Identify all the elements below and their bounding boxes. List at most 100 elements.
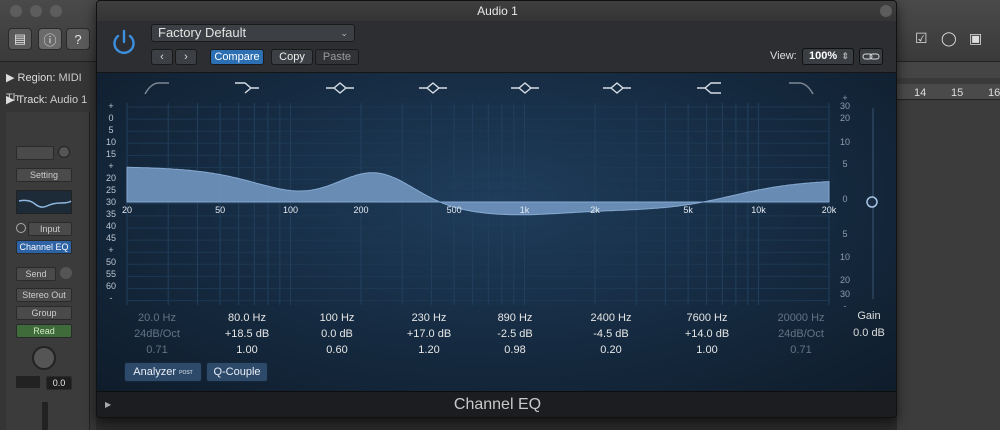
band-3-params[interactable]: 100 Hz 0.0 dB 0.60 <box>297 310 377 358</box>
stepper-icon: ⇕ <box>841 51 849 61</box>
band-frequency-value[interactable]: 100 Hz <box>297 310 377 326</box>
eq-thumbnail[interactable] <box>16 190 72 214</box>
band-frequency-value[interactable]: 7600 Hz <box>667 310 747 326</box>
volume-fader[interactable] <box>42 402 48 430</box>
help-icon[interactable]: ? <box>66 28 90 50</box>
band-frequency-value[interactable]: 2400 Hz <box>571 310 651 326</box>
band-gain-value[interactable]: 0.0 dB <box>297 326 377 342</box>
band-q-value[interactable]: 1.20 <box>389 342 469 358</box>
ruler-bar-number: 16 <box>988 87 1000 99</box>
group-slot[interactable]: Group <box>16 306 72 320</box>
zoom-slider-bar[interactable] <box>897 62 1000 78</box>
host-zoom-button[interactable] <box>50 5 62 17</box>
bell-band-icon <box>326 82 354 94</box>
db-tick-label: 10 <box>106 137 116 147</box>
band-gain-value[interactable]: +17.0 dB <box>389 326 469 342</box>
band-frequency-value[interactable]: 20000 Hz <box>761 310 841 326</box>
band-frequency-value[interactable]: 890 Hz <box>475 310 555 326</box>
band-q-value[interactable]: 1.00 <box>667 342 747 358</box>
band-gain-value[interactable]: 24dB/Oct <box>761 326 841 342</box>
previous-preset-button[interactable]: ‹ <box>151 49 173 65</box>
low-shelf-band-icon <box>235 82 259 94</box>
frequency-tick-label: 2k <box>590 205 600 215</box>
eq-thumbnail-slot[interactable] <box>16 146 54 160</box>
mono-icon[interactable] <box>58 146 70 158</box>
window-close-button[interactable] <box>880 5 892 17</box>
band-frequency-value[interactable]: 20.0 Hz <box>117 310 197 326</box>
preset-name: Factory Default <box>158 25 247 40</box>
track-header[interactable]: ▶ Track: Audio 1 <box>0 90 96 110</box>
band-gain-value[interactable]: 24dB/Oct <box>117 326 197 342</box>
band-gain-value[interactable]: -2.5 dB <box>475 326 555 342</box>
ruler[interactable] <box>897 84 1000 100</box>
band-q-value[interactable]: 0.20 <box>571 342 651 358</box>
link-button[interactable] <box>859 48 883 65</box>
send-knob-icon[interactable] <box>60 267 72 279</box>
db-tick-label: 25 <box>106 185 116 195</box>
host-right-toolbar: ☑ ◯ ▣ <box>897 20 1000 62</box>
loops-icon[interactable]: ◯ <box>941 30 957 47</box>
inspector-icon[interactable]: ⓘ <box>38 28 62 50</box>
band-8-params[interactable]: 20000 Hz 24dB/Oct 0.71 <box>761 310 841 358</box>
gain-value[interactable]: 0.0 dB <box>845 327 893 339</box>
peak-meter <box>16 376 40 388</box>
link-icon <box>862 53 880 60</box>
band-q-value[interactable]: 0.98 <box>475 342 555 358</box>
note-icon[interactable]: ☑ <box>915 30 928 47</box>
band-7-params[interactable]: 7600 Hz +14.0 dB 1.00 <box>667 310 747 358</box>
host-minimize-button[interactable] <box>30 5 42 17</box>
eq-display[interactable]: +0 5 10 15 +20 25 30 35 40 45 +50 55 60- +30 20 10 5 0 5 1… <box>97 73 896 391</box>
gain-tick-label: 10 <box>840 137 850 147</box>
db-tick-label: 15 <box>106 149 116 159</box>
power-icon[interactable] <box>109 27 139 57</box>
library-icon[interactable]: ▤ <box>8 28 32 50</box>
input-slot[interactable]: Input <box>28 222 72 236</box>
band-gain-value[interactable]: +14.0 dB <box>667 326 747 342</box>
setting-button[interactable]: Setting <box>16 168 72 182</box>
band-gain-value[interactable]: +18.5 dB <box>207 326 287 342</box>
browser-icon[interactable]: ▣ <box>969 30 982 47</box>
plugin-titlebar[interactable]: Audio 1 <box>97 1 896 21</box>
send-slot[interactable]: Send <box>16 267 56 281</box>
band-q-value[interactable]: 0.60 <box>297 342 377 358</box>
band-frequency-value[interactable]: 80.0 Hz <box>207 310 287 326</box>
analyzer-label: Analyzer <box>133 366 177 378</box>
input-format-icon[interactable] <box>16 223 26 233</box>
low-pass-band-icon <box>789 82 814 95</box>
gain-tick-label: 10 <box>840 252 850 262</box>
paste-button[interactable]: Paste <box>315 49 359 65</box>
host-close-button[interactable] <box>10 5 22 17</box>
band-q-value[interactable]: 0.71 <box>761 342 841 358</box>
band-1-params[interactable]: 20.0 Hz 24dB/Oct 0.71 <box>117 310 197 358</box>
analyzer-button[interactable]: Analyzer POST <box>124 362 202 382</box>
band-gain-value[interactable]: -4.5 dB <box>571 326 651 342</box>
gain-tick-label: 5 <box>842 159 847 169</box>
track-lane[interactable] <box>897 102 1000 430</box>
channel-eq-insert[interactable]: Channel EQ <box>16 240 72 254</box>
band-frequency-value[interactable]: 230 Hz <box>389 310 469 326</box>
compare-button[interactable]: Compare <box>210 49 264 65</box>
bell-band-icon <box>511 82 539 94</box>
pan-knob[interactable] <box>32 346 56 370</box>
db-tick-label: 60 <box>106 281 116 291</box>
region-header[interactable]: ▶ Region: MIDI Th <box>0 68 96 104</box>
copy-button[interactable]: Copy <box>271 49 313 65</box>
db-tick-label: + <box>108 161 113 171</box>
view-zoom-select[interactable]: 100% ⇕ <box>802 48 854 65</box>
band-q-value[interactable]: 1.00 <box>207 342 287 358</box>
db-tick-label: 45 <box>106 233 116 243</box>
preset-menu[interactable]: Factory Default ⌄ <box>151 24 355 42</box>
next-preset-button[interactable]: › <box>175 49 197 65</box>
frequency-tick-label: 20k <box>822 205 837 215</box>
tracks-area <box>897 62 1000 430</box>
bell-band-icon <box>603 82 631 94</box>
band-2-params[interactable]: 80.0 Hz +18.5 dB 1.00 <box>207 310 287 358</box>
gain-tick-label: 30 <box>840 289 850 299</box>
band-q-value[interactable]: 0.71 <box>117 342 197 358</box>
band-6-params[interactable]: 2400 Hz -4.5 dB 0.20 <box>571 310 651 358</box>
automation-mode[interactable]: Read <box>16 324 72 338</box>
q-couple-button[interactable]: Q-Couple <box>206 362 268 382</box>
band-4-params[interactable]: 230 Hz +17.0 dB 1.20 <box>389 310 469 358</box>
output-slot[interactable]: Stereo Out <box>16 288 72 302</box>
band-5-params[interactable]: 890 Hz -2.5 dB 0.98 <box>475 310 555 358</box>
